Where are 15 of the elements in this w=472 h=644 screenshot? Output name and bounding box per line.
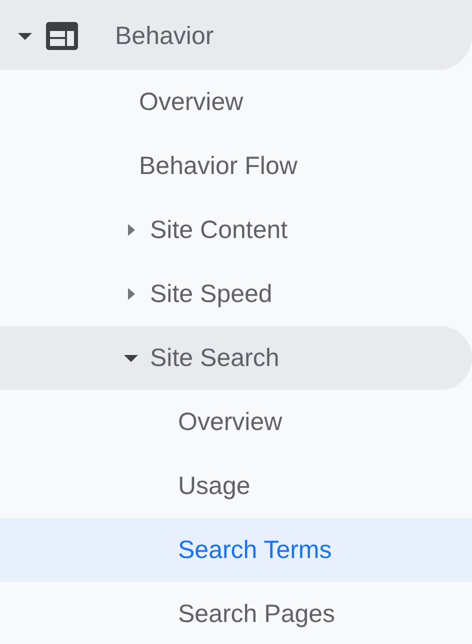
nav-item[interactable]: Usage <box>0 454 472 518</box>
caret-down-icon <box>18 32 32 40</box>
caret-down-icon <box>124 354 138 362</box>
nav-item[interactable]: Site Content <box>0 198 472 262</box>
nav-item[interactable]: Site Speed <box>0 262 472 326</box>
nav-item[interactable]: Behavior <box>0 0 472 70</box>
nav-item[interactable]: Overview <box>0 70 472 134</box>
caret-right-icon <box>128 224 135 236</box>
nav-item[interactable]: Behavior Flow <box>0 134 472 198</box>
nav-item[interactable]: Search Pages <box>0 582 472 644</box>
layout-icon <box>46 22 78 50</box>
nav-item[interactable]: Overview <box>0 390 472 454</box>
nav-item[interactable]: Search Terms <box>0 518 472 582</box>
caret-right-icon <box>128 288 135 300</box>
nav-item[interactable]: Site Search <box>0 326 472 390</box>
